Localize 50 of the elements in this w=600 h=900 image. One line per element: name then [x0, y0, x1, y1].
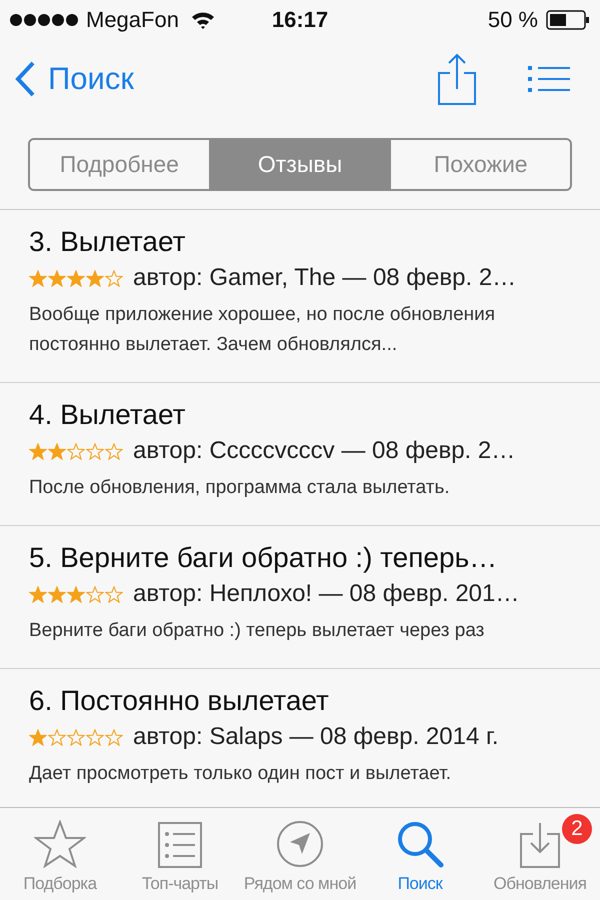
filled-star-icon — [48, 586, 66, 602]
battery-icon — [546, 10, 590, 30]
review-text: После обновления, программа стала вылетать. — [29, 476, 451, 500]
star-icon — [34, 820, 86, 868]
signal-icon — [10, 14, 78, 26]
filled-star-icon — [67, 586, 85, 602]
segment-tab[interactable]: Похожие — [389, 140, 570, 189]
filled-star-icon — [86, 270, 104, 286]
review-author: автор: Salaps — 08 февр. 2014 г. — [133, 723, 498, 751]
clock-time: 16:17 — [272, 7, 328, 33]
filled-star-icon — [29, 728, 47, 746]
wifi-icon — [190, 11, 215, 29]
empty-star-icon — [105, 442, 123, 460]
filled-star-icon — [48, 270, 66, 286]
tab-bar-item[interactable]: Подборка — [0, 808, 120, 900]
search-icon — [396, 820, 444, 868]
tab-bar-item[interactable]: Топ-чарты — [120, 808, 240, 900]
empty-star-icon — [105, 586, 123, 602]
filled-star-icon — [48, 442, 66, 460]
review-text: Верните баги обратно :) теперь вылетает через раз — [29, 619, 486, 643]
tab-bar-item[interactable]: Обновления 2 — [480, 808, 600, 900]
filled-star-icon — [29, 586, 47, 602]
empty-star-icon — [105, 728, 123, 746]
review-author: автор: Gamer, The — 08 февр. 2… — [133, 264, 516, 292]
filled-star-icon — [67, 270, 85, 286]
filled-star-icon — [29, 442, 47, 460]
back-button[interactable]: Поиск — [14, 61, 134, 97]
review-title: 4. Вылетает — [29, 399, 186, 431]
review-text: Вообще приложение хорошее, но после обновления постоянно вылетает. Зачем обновлялся... — [29, 303, 496, 357]
download-tray-icon — [520, 822, 560, 868]
list-icon — [158, 822, 202, 868]
segment-tab[interactable]: Отзывы — [208, 140, 390, 189]
carrier-name: MegaFon — [86, 7, 179, 33]
share-icon[interactable] — [438, 53, 476, 105]
review-author: автор: Cccccvcccv — 08 февр. 2… — [133, 437, 516, 465]
review-text: Дает просмотреть только один пост и вылетает. — [29, 762, 452, 786]
empty-star-icon — [67, 728, 85, 746]
review-title: 6. Постоянно вылетает — [29, 685, 330, 717]
review-title: 3. Вылетает — [29, 226, 186, 258]
list-icon[interactable] — [528, 65, 570, 93]
tab-bar-item[interactable]: Поиск — [360, 808, 480, 900]
battery-percent: 50 % — [488, 7, 538, 33]
notification-badge: 2 — [562, 814, 592, 844]
tab-bar-item[interactable]: Рядом со мной — [240, 808, 360, 900]
review-author: автор: Неплохо! — 08 февр. 201… — [133, 580, 520, 608]
empty-star-icon — [86, 442, 104, 460]
review-title: 5. Верните баги обратно :) теперь… — [29, 542, 498, 574]
chevron-left-icon — [14, 61, 36, 97]
empty-star-icon — [86, 728, 104, 746]
filled-star-icon — [29, 270, 47, 286]
